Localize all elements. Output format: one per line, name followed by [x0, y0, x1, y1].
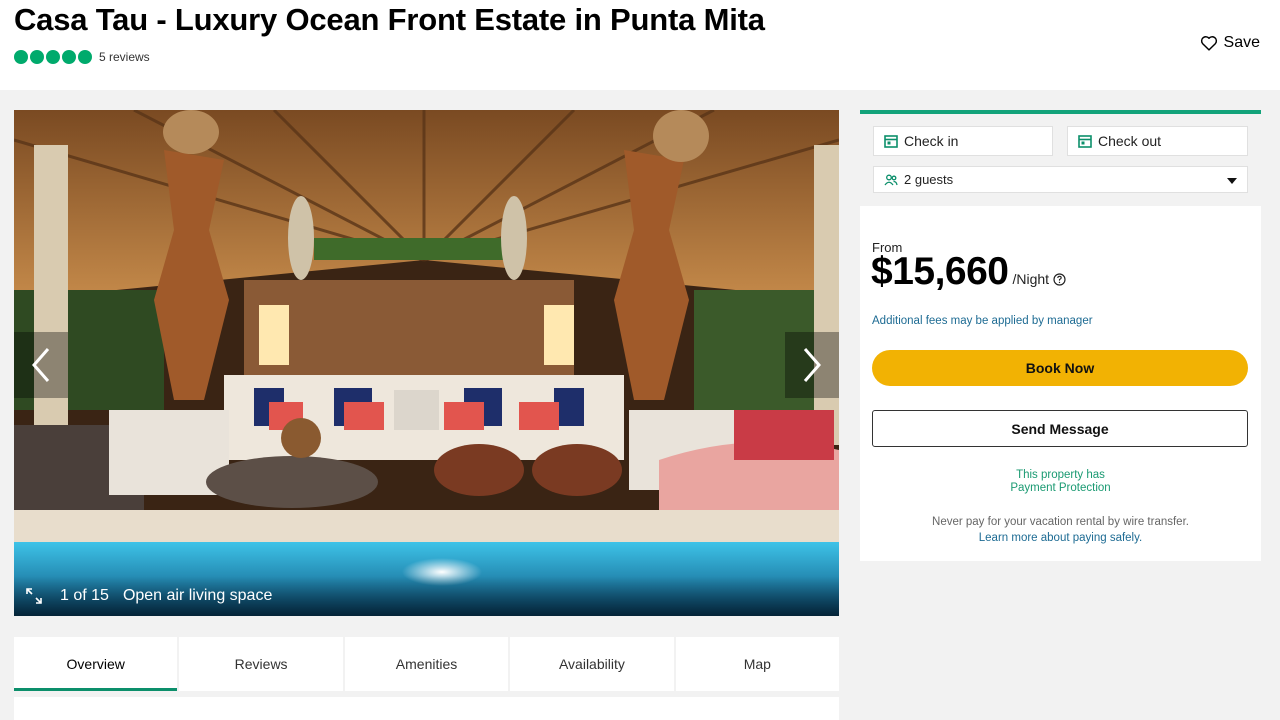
calendar-icon [1078, 135, 1092, 148]
price-display: $15,660 /Night [871, 250, 1066, 294]
guests-dropdown[interactable]: 2 guests [873, 166, 1248, 193]
rating-bubble-icon [14, 50, 28, 64]
guests-label: 2 guests [904, 172, 954, 187]
previous-photo-button[interactable] [14, 332, 68, 398]
guests-icon [884, 174, 898, 185]
check-in-field[interactable]: Check in [873, 126, 1053, 156]
listing-tabs: Overview Reviews Amenities Availability … [14, 637, 839, 691]
protection-line-1: This property has [1016, 469, 1105, 481]
photo-counter: 1 of 15 [60, 587, 109, 604]
heart-icon [1200, 36, 1217, 51]
gallery-photo [14, 110, 839, 616]
expand-icon[interactable] [24, 586, 44, 606]
learn-more-link[interactable]: Learn more about paying safely. [860, 532, 1261, 544]
tab-amenities[interactable]: Amenities [345, 637, 511, 691]
book-now-button[interactable]: Book Now [872, 350, 1248, 386]
tab-label: Map [743, 656, 771, 672]
caret-down-icon [1227, 178, 1237, 184]
protection-line-2: Payment Protection [1010, 482, 1111, 494]
page-header: Casa Tau - Luxury Ocean Front Estate in … [0, 0, 1280, 90]
tab-label: Availability [558, 656, 625, 672]
payment-protection-note: This property has Payment Protection [860, 469, 1261, 495]
tab-reviews[interactable]: Reviews [179, 637, 345, 691]
chevron-left-icon [32, 348, 50, 382]
rating-bubble-icon [78, 50, 92, 64]
rating-bubble-icon [46, 50, 60, 64]
overview-section [14, 697, 839, 720]
tab-label: Amenities [395, 656, 458, 672]
next-photo-button[interactable] [785, 332, 839, 398]
nightly-price: $15,660 [871, 250, 1009, 293]
page-title: Casa Tau - Luxury Ocean Front Estate in … [14, 2, 765, 37]
fees-note: Additional fees may be applied by manage… [872, 315, 1093, 327]
wire-transfer-warning: Never pay for your vacation rental by wi… [932, 516, 1189, 528]
photo-gallery[interactable]: 1 of 15 Open air living space [14, 110, 839, 616]
tab-availability[interactable]: Availability [510, 637, 676, 691]
rating-bubble-icon [62, 50, 76, 64]
save-button[interactable]: Save [1200, 34, 1260, 52]
calendar-icon [884, 135, 898, 148]
gallery-caption-bar: 1 of 15 Open air living space [14, 576, 839, 616]
booking-panel: Check in Check out 2 guests From $15,660… [860, 110, 1261, 561]
tab-overview[interactable]: Overview [14, 637, 180, 691]
tab-label: Reviews [234, 656, 288, 672]
save-label: Save [1223, 34, 1260, 51]
tab-label: Overview [66, 656, 125, 672]
rating-summary[interactable]: 5 reviews [14, 50, 150, 64]
check-out-field[interactable]: Check out [1067, 126, 1248, 156]
check-in-label: Check in [904, 133, 959, 149]
check-out-label: Check out [1098, 133, 1162, 149]
send-message-button[interactable]: Send Message [872, 410, 1248, 447]
photo-caption: Open air living space [122, 587, 273, 604]
chevron-right-icon [803, 348, 821, 382]
reviews-count-link[interactable]: 5 reviews [99, 50, 150, 64]
info-icon[interactable] [1053, 273, 1066, 286]
tab-map[interactable]: Map [676, 637, 839, 691]
rating-bubble-icon [30, 50, 44, 64]
per-night-label: /Night [1012, 271, 1050, 287]
